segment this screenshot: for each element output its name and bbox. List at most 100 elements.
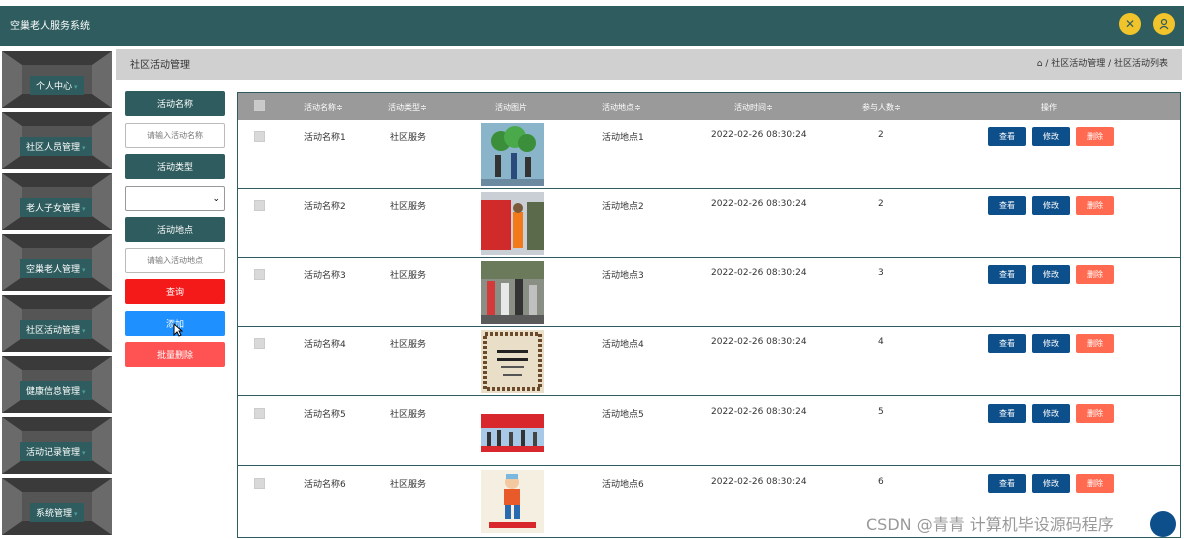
activity-image <box>481 192 544 255</box>
sidebar-item-label: 社区活动管理 <box>26 326 81 336</box>
view-button[interactable]: 查看 <box>988 196 1026 215</box>
activity-name-input[interactable]: 请输入活动名称 <box>125 123 225 148</box>
cell-time: 2022-02-26 08:30:24 <box>711 407 807 417</box>
sidebar-item-children[interactable]: 老人子女管理 ▾ <box>2 173 112 230</box>
cell-place: 活动地点2 <box>602 202 644 212</box>
sidebar-item-label: 活动记录管理 <box>26 448 81 458</box>
activity-type-label: 活动类型 <box>125 154 225 179</box>
sidebar-item-label: 社区人员管理 <box>26 143 81 153</box>
cell-type: 社区服务 <box>390 480 427 490</box>
header-count[interactable]: 参与人数≑ <box>862 102 901 113</box>
row-checkbox[interactable] <box>254 269 265 280</box>
cell-place: 活动地点5 <box>602 410 644 420</box>
sidebar-item-system[interactable]: 系统管理 ▾ <box>2 478 112 535</box>
header-type[interactable]: 活动类型≑ <box>388 102 427 113</box>
activity-name-label: 活动名称 <box>125 91 225 116</box>
select-all-checkbox[interactable] <box>254 100 265 111</box>
activity-image <box>481 123 544 186</box>
cell-count: 5 <box>878 407 884 417</box>
header-time[interactable]: 活动时间≑ <box>734 102 773 113</box>
cell-type: 社区服务 <box>390 271 427 281</box>
delete-button[interactable]: 删除 <box>1076 404 1114 423</box>
cell-count: 2 <box>878 199 884 209</box>
sidebar-item-personal-center[interactable]: 个人中心 ▾ <box>2 51 112 108</box>
cell-count: 6 <box>878 477 884 487</box>
cell-name: 活动名称1 <box>304 133 346 143</box>
activity-type-select[interactable]: ⌄ <box>125 186 225 211</box>
batch-delete-button[interactable]: 批量删除 <box>125 342 225 367</box>
table-row: 活动名称1 社区服务 活动地点1 2022-02-26 08:30:24 2 查… <box>238 120 1180 189</box>
edit-button[interactable]: 修改 <box>1032 196 1070 215</box>
sidebar-item-label: 个人中心 <box>36 82 73 92</box>
cell-time: 2022-02-26 08:30:24 <box>711 268 807 278</box>
header-name[interactable]: 活动名称≑ <box>304 102 343 113</box>
cell-place: 活动地点3 <box>602 271 644 281</box>
cell-name: 活动名称5 <box>304 410 346 420</box>
fullscreen-icon[interactable]: ✕ <box>1119 13 1141 35</box>
table-row: 活动名称3 社区服务 活动地点3 2022-02-26 08:30:24 3 查… <box>238 258 1180 327</box>
user-icon[interactable] <box>1153 13 1175 35</box>
cell-type: 社区服务 <box>390 202 427 212</box>
edit-button[interactable]: 修改 <box>1032 265 1070 284</box>
activity-image <box>481 470 544 533</box>
sidebar-item-elderly[interactable]: 空巢老人管理 ▾ <box>2 234 112 291</box>
view-button[interactable]: 查看 <box>988 334 1026 353</box>
view-button[interactable]: 查看 <box>988 404 1026 423</box>
edit-button[interactable]: 修改 <box>1032 334 1070 353</box>
breadcrumb: ⌂ / 社区活动管理 / 社区活动列表 <box>1036 59 1168 69</box>
cell-name: 活动名称2 <box>304 202 346 212</box>
row-checkbox[interactable] <box>254 478 265 489</box>
home-icon[interactable]: ⌂ <box>1037 59 1043 69</box>
edit-button[interactable]: 修改 <box>1032 127 1070 146</box>
activity-image <box>481 330 544 393</box>
activity-table: 活动名称≑ 活动类型≑ 活动图片 活动地点≑ 活动时间≑ 参与人数≑ 操作 活动… <box>237 92 1181 538</box>
table-row: 活动名称2 社区服务 活动地点2 2022-02-26 08:30:24 2 查… <box>238 189 1180 258</box>
query-button[interactable]: 查询 <box>125 279 225 304</box>
scroll-top-button[interactable] <box>1150 511 1176 537</box>
sidebar-item-records[interactable]: 活动记录管理 ▾ <box>2 417 112 474</box>
header-image: 活动图片 <box>495 103 527 112</box>
sidebar-item-community-staff[interactable]: 社区人员管理 ▾ <box>2 112 112 169</box>
delete-button[interactable]: 删除 <box>1076 127 1114 146</box>
row-checkbox[interactable] <box>254 131 265 142</box>
header-place[interactable]: 活动地点≑ <box>602 102 641 113</box>
delete-button[interactable]: 删除 <box>1076 334 1114 353</box>
breadcrumb-text[interactable]: 社区活动管理 / 社区活动列表 <box>1051 59 1168 69</box>
cell-name: 活动名称3 <box>304 271 346 281</box>
sidebar-item-label: 系统管理 <box>36 509 73 519</box>
chevron-down-icon: ⌄ <box>212 193 220 204</box>
cell-count: 2 <box>878 130 884 140</box>
view-button[interactable]: 查看 <box>988 265 1026 284</box>
sidebar-item-label: 老人子女管理 <box>26 204 81 214</box>
cell-place: 活动地点4 <box>602 340 644 350</box>
delete-button[interactable]: 删除 <box>1076 474 1114 493</box>
activity-place-input[interactable]: 请输入活动地点 <box>125 248 225 273</box>
view-button[interactable]: 查看 <box>988 474 1026 493</box>
cell-count: 3 <box>878 268 884 278</box>
table-row: 活动名称4 社区服务 活动地点4 2022-02-26 08:30:24 4 查… <box>238 327 1180 396</box>
cell-type: 社区服务 <box>390 133 427 143</box>
delete-button[interactable]: 删除 <box>1076 265 1114 284</box>
activity-place-label: 活动地点 <box>125 217 225 242</box>
sidebar-item-health[interactable]: 健康信息管理 ▾ <box>2 356 112 413</box>
row-checkbox[interactable] <box>254 408 265 419</box>
row-checkbox[interactable] <box>254 338 265 349</box>
activity-image <box>481 261 544 324</box>
cell-type: 社区服务 <box>390 340 427 350</box>
watermark-text: CSDN @青青 计算机毕设源码程序 <box>866 515 1114 534</box>
view-button[interactable]: 查看 <box>988 127 1026 146</box>
row-checkbox[interactable] <box>254 200 265 211</box>
cell-place: 活动地点1 <box>602 133 644 143</box>
cell-count: 4 <box>878 337 884 347</box>
table-header: 活动名称≑ 活动类型≑ 活动图片 活动地点≑ 活动时间≑ 参与人数≑ 操作 <box>238 93 1180 120</box>
cell-name: 活动名称4 <box>304 340 346 350</box>
top-bar: 空巢老人服务系统 ✕ <box>0 6 1184 46</box>
page-header: 社区活动管理 ⌂ / 社区活动管理 / 社区活动列表 <box>116 49 1182 80</box>
sidebar-item-label: 空巢老人管理 <box>26 265 81 275</box>
table-row: 活动名称5 社区服务 活动地点5 2022-02-26 08:30:24 5 查… <box>238 397 1180 466</box>
edit-button[interactable]: 修改 <box>1032 404 1070 423</box>
edit-button[interactable]: 修改 <box>1032 474 1070 493</box>
delete-button[interactable]: 删除 <box>1076 196 1114 215</box>
sidebar-item-activities[interactable]: 社区活动管理 ▾ <box>2 295 112 352</box>
app-title: 空巢老人服务系统 <box>10 21 90 32</box>
